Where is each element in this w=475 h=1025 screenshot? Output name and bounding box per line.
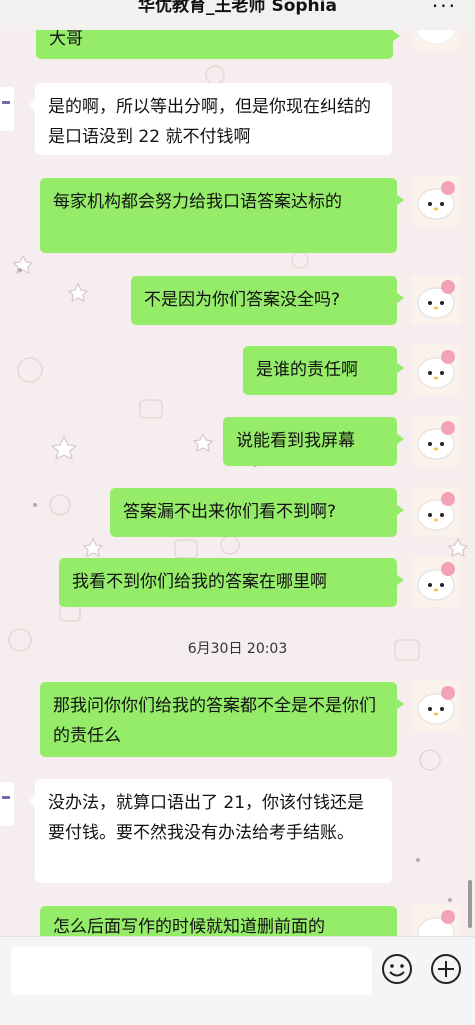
message-text: 说能看到我屏幕	[236, 431, 355, 451]
hello-kitty-avatar-icon	[411, 416, 461, 466]
hello-kitty-avatar-icon	[411, 345, 461, 395]
message-bubble-outgoing[interactable]: 不是因为你们答案没全吗?	[131, 276, 404, 325]
message-text: 答案漏不出来你们看不到啊?	[123, 502, 337, 522]
teacher-avatar-icon	[0, 782, 14, 826]
hello-kitty-avatar-icon	[411, 487, 461, 537]
message-text: 不是因为你们答案没全吗?	[144, 290, 341, 310]
message-bubble-incoming[interactable]: 没办法，就算口语出了 21，你该付钱还是要付钱。要不然我没有办法给考手结账。	[28, 779, 392, 883]
chat-header: 华优教育_王老师 Sophia ···	[0, 0, 475, 30]
avatar-contact[interactable]	[0, 782, 14, 826]
hello-kitty-avatar-icon	[411, 681, 461, 731]
chat-title: 华优教育_王老师 Sophia	[138, 0, 337, 16]
hello-kitty-avatar-icon	[411, 176, 461, 226]
message-bubble-outgoing[interactable]: 每家机构都会努力给我口语答案达标的	[40, 178, 404, 253]
message-text: 大哥	[49, 29, 83, 49]
message-bubble-outgoing[interactable]: 我看不到你们给我的答案在哪里啊	[59, 558, 404, 607]
message-bubble-outgoing[interactable]: 是谁的责任啊	[243, 346, 404, 395]
avatar-contact[interactable]	[0, 87, 14, 131]
message-bubble-outgoing[interactable]: 说能看到我屏幕	[223, 417, 404, 466]
message-bubble-outgoing[interactable]: 那我问你你们给我的答案都不全是不是你们的责任么	[40, 682, 404, 757]
emoji-button[interactable]	[381, 953, 413, 985]
plus-icon	[431, 954, 461, 984]
avatar-self[interactable]	[411, 557, 461, 607]
message-text: 那我问你你们给我的答案都不全是不是你们的责任么	[53, 696, 376, 746]
message-text: 没办法，就算口语出了 21，你该付钱还是要付钱。要不然我没有办法给考手结账。	[48, 793, 365, 843]
input-bar	[0, 936, 475, 1025]
message-timestamp: 6月30日 20:03	[187, 641, 288, 657]
message-input[interactable]	[11, 947, 372, 995]
avatar-self[interactable]	[411, 275, 461, 325]
avatar-self[interactable]	[411, 176, 461, 226]
more-options-button[interactable]: ···	[432, 0, 457, 18]
scrollbar[interactable]	[468, 880, 472, 928]
teacher-avatar-icon	[0, 87, 14, 131]
hello-kitty-avatar-icon	[411, 275, 461, 325]
more-features-button[interactable]	[430, 953, 462, 985]
message-text: 怎么后面写作的时候就知道删前面的	[53, 917, 325, 936]
message-text: 是谁的责任啊	[256, 360, 358, 380]
avatar-self[interactable]	[411, 345, 461, 395]
message-text: 每家机构都会努力给我口语答案达标的	[53, 192, 342, 212]
avatar-self[interactable]	[411, 416, 461, 466]
avatar-self[interactable]	[411, 905, 461, 936]
message-bubble-outgoing[interactable]: 怎么后面写作的时候就知道删前面的	[40, 906, 397, 936]
hello-kitty-avatar-icon	[411, 557, 461, 607]
avatar-self[interactable]	[411, 487, 461, 537]
message-bubble-outgoing[interactable]: 答案漏不出来你们看不到啊?	[110, 488, 404, 537]
smiley-icon	[382, 954, 412, 984]
message-text: 我看不到你们给我的答案在哪里啊	[72, 572, 327, 592]
message-bubble-incoming[interactable]: 是的啊，所以等出分啊，但是你现在纠结的是口语没到 22 就不付钱啊	[28, 83, 392, 155]
avatar-self[interactable]	[411, 681, 461, 731]
message-text: 是的啊，所以等出分啊，但是你现在纠结的是口语没到 22 就不付钱啊	[48, 97, 371, 147]
hello-kitty-avatar-icon	[411, 905, 461, 936]
